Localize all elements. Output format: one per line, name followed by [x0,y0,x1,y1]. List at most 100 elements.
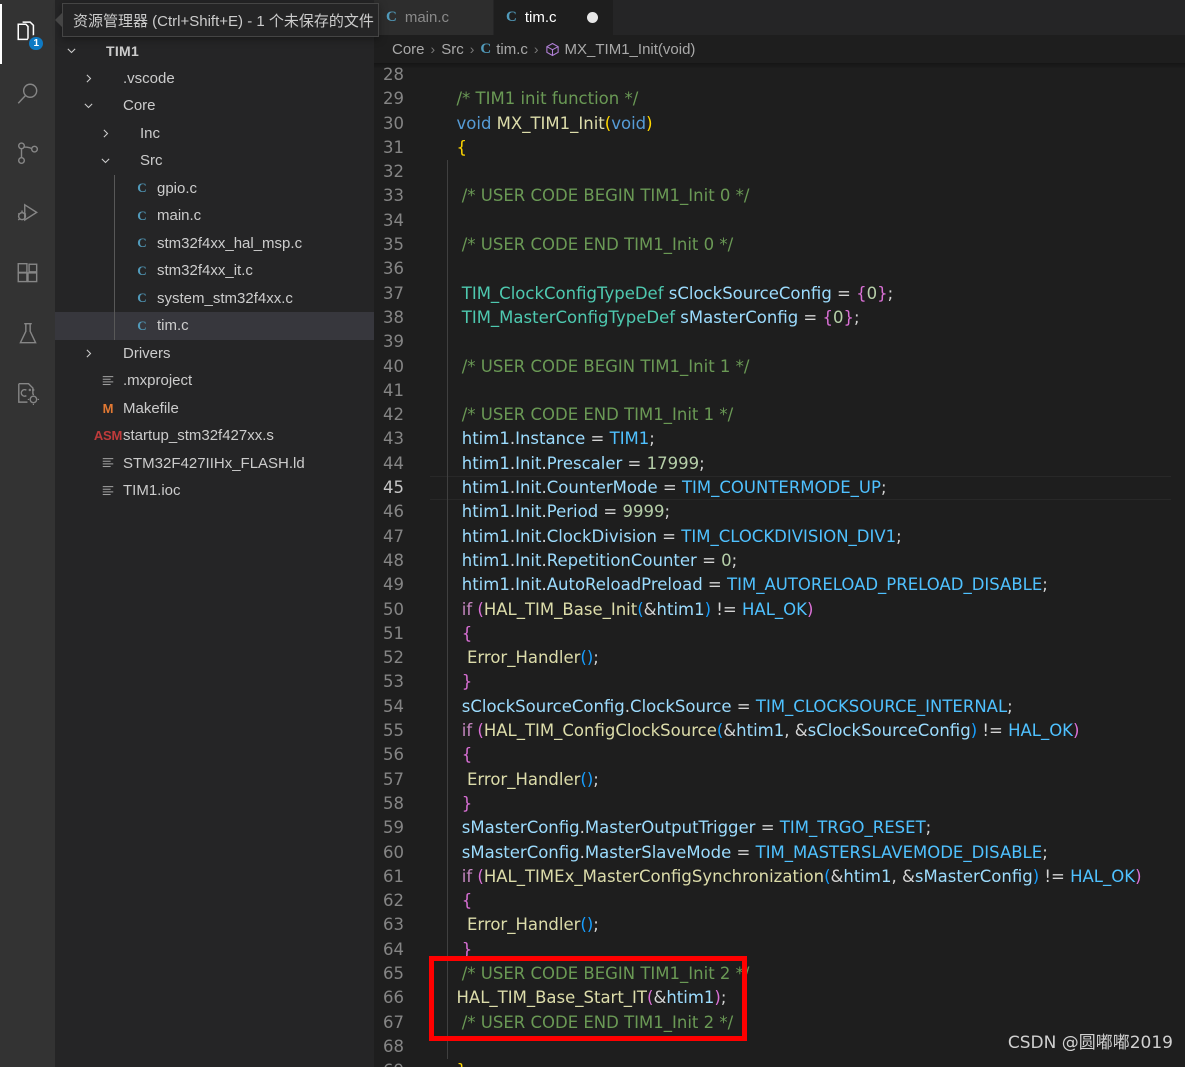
tree-item-startup-stm32f427xx-s[interactable]: ASM startup_stm32f427xx.s [55,422,374,450]
code-line[interactable]: 33 /* USER CODE BEGIN TIM1_Init 0 */ [374,184,1185,208]
extensions-icon [15,261,41,287]
text-file-icon [97,374,119,388]
code-line[interactable]: 38 TIM_MasterConfigTypeDef sMasterConfig… [374,306,1185,330]
breadcrumb-item-tim-c[interactable]: Ctim.c [480,41,528,58]
tree-item-main-c[interactable]: Cmain.c [55,202,374,230]
editor-scrollbar[interactable] [1171,63,1185,1067]
code-line-text: htim1.Init.Period = 9999; [461,502,671,522]
activity-bar-item-search[interactable] [0,64,55,124]
code-line[interactable]: 56 { [374,743,1185,767]
chevron-down-icon[interactable] [80,99,97,112]
line-number: 48 [383,550,404,570]
code-line[interactable]: 61 if (HAL_TIMEx_MasterConfigSynchroniza… [374,865,1185,889]
chevron-right-icon[interactable] [97,127,114,140]
tree-item-gpio-c[interactable]: Cgpio.c [55,175,374,203]
code-line[interactable]: 39 [374,330,1185,354]
line-number: 38 [383,307,404,327]
chevron-right-icon[interactable] [80,72,97,85]
code-line[interactable]: 66 HAL_TIM_Base_Start_IT(&htim1); [374,986,1185,1010]
tree-item-drivers[interactable]: Drivers [55,340,374,368]
tree-item-core[interactable]: Core [55,92,374,120]
code-line[interactable]: 53 } [374,670,1185,694]
code-line[interactable]: 40 /* USER CODE BEGIN TIM1_Init 1 */ [374,355,1185,379]
breadcrumb-item-core[interactable]: Core [392,41,425,58]
activity-bar-item-source-control[interactable] [0,124,55,184]
code-line[interactable]: 64 } [374,938,1185,962]
code-line[interactable]: 34 [374,209,1185,233]
code-line[interactable]: 62 { [374,889,1185,913]
tree-item-makefile[interactable]: M Makefile [55,395,374,423]
code-line[interactable]: 52 Error_Handler(); [374,646,1185,670]
code-lines[interactable]: 28 29 /* TIM1 init function */30 void MX_… [374,63,1185,1067]
code-line[interactable]: 57 Error_Handler(); [374,768,1185,792]
code-line[interactable]: 36 [374,257,1185,281]
code-line[interactable]: 49 htim1.Init.AutoReloadPreload = TIM_AU… [374,573,1185,597]
tree-item-tim1[interactable]: TIM1 [55,37,374,65]
code-line[interactable]: 48 htim1.Init.RepetitionCounter = 0; [374,549,1185,573]
code-line[interactable]: 54 sClockSourceConfig.ClockSource = TIM_… [374,695,1185,719]
code-line[interactable]: 31 { [374,136,1185,160]
activity-bar-item-cpp-config[interactable] [0,364,55,424]
code-line[interactable]: 55 if (HAL_TIM_ConfigClockSource(&htim1,… [374,719,1185,743]
activity-bar-item-extensions[interactable] [0,244,55,304]
tree-item-system-stm32f4xx-c[interactable]: Csystem_stm32f4xx.c [55,285,374,313]
code-line[interactable]: 35 /* USER CODE END TIM1_Init 0 */ [374,233,1185,257]
chevron-down-icon[interactable] [97,154,114,167]
activity-bar-item-testing[interactable] [0,304,55,364]
tab-tim-c[interactable]: C tim.c [494,0,614,35]
unsaved-indicator-icon[interactable] [586,12,598,23]
code-line-text: htim1.Init.Prescaler = 17999; [461,453,705,473]
code-line[interactable]: 43 htim1.Instance = TIM1; [374,427,1185,451]
code-line[interactable]: 65 /* USER CODE BEGIN TIM1_Init 2 */ [374,962,1185,986]
code-line[interactable]: 29 /* TIM1 init function */ [374,87,1185,111]
tree-item-tim-c[interactable]: Ctim.c [55,312,374,340]
tree-item-stm32f427iihx-flash-ld[interactable]: STM32F427IIHx_FLASH.ld [55,450,374,478]
line-number: 57 [383,769,404,789]
tree-item--vscode[interactable]: .vscode [55,65,374,93]
code-line[interactable]: 47 htim1.Init.ClockDivision = TIM_CLOCKD… [374,525,1185,549]
tree-item-inc[interactable]: Inc [55,120,374,148]
tree-item-stm32f4xx-it-c[interactable]: Cstm32f4xx_it.c [55,257,374,285]
breadcrumb-item-mx-tim1-init-void-[interactable]: MX_TIM1_Init(void) [545,41,695,58]
tree-item-label: Core [123,97,156,115]
tree-item-label: STM32F427IIHx_FLASH.ld [123,454,305,472]
code-line[interactable]: 42 /* USER CODE END TIM1_Init 1 */ [374,403,1185,427]
activity-bar-item-run-and-debug[interactable] [0,184,55,244]
tree-item-label: Drivers [123,344,171,362]
code-line-text: if (HAL_TIM_ConfigClockSource(&htim1, &s… [461,721,1080,741]
code-line[interactable]: 32 [374,160,1185,184]
tree-item--mxproject[interactable]: .mxproject [55,367,374,395]
code-line[interactable]: 28 [374,63,1185,87]
tree-item-label: TIM1.ioc [123,482,181,500]
code-line[interactable]: 50 if (HAL_TIM_Base_Init(&htim1) != HAL_… [374,598,1185,622]
code-line[interactable]: 44 htim1.Init.Prescaler = 17999; [374,452,1185,476]
code-line[interactable]: 37 TIM_ClockConfigTypeDef sClockSourceCo… [374,282,1185,306]
tree-item-label: startup_stm32f427xx.s [123,427,274,445]
tree-item-tim1-ioc[interactable]: TIM1.ioc [55,477,374,505]
tab-main-c[interactable]: C main.c [374,0,494,35]
file-tree[interactable]: TIM1 .vscode Core Inc Src Cgpio.c Cmain.c Cstm3… [55,35,374,505]
code-line[interactable]: 58 } [374,792,1185,816]
code-line[interactable]: 46 htim1.Init.Period = 9999; [374,500,1185,524]
code-line[interactable]: 41 [374,379,1185,403]
code-line-text: /* USER CODE END TIM1_Init 1 */ [461,405,734,425]
code-line-text: } [461,939,473,959]
sidebar-explorer: 资源管理器 TIM1.vscodeCoreIncSrcCgpio.cCmain.… [55,0,374,1067]
tree-item-stm32f4xx-hal-msp-c[interactable]: Cstm32f4xx_hal_msp.c [55,230,374,258]
code-line[interactable]: 63 Error_Handler(); [374,913,1185,937]
tree-item-src[interactable]: Src [55,147,374,175]
code-line[interactable]: 59 sMasterConfig.MasterOutputTrigger = T… [374,816,1185,840]
breadcrumb[interactable]: Core › Src › Ctim.c › MX_TIM1_Init(void) [374,35,1185,63]
activity-bar-item-explorer[interactable]: 1 [0,4,55,64]
code-editor[interactable]: 28 29 /* TIM1 init function */30 void MX_… [374,63,1185,1067]
tree-item-label: stm32f4xx_it.c [157,262,253,280]
code-line[interactable]: 45 htim1.Init.CounterMode = TIM_COUNTERM… [374,476,1185,501]
code-line[interactable]: 69 } [374,1059,1185,1067]
code-line[interactable]: 30 void MX_TIM1_Init(void) [374,112,1185,136]
breadcrumb-item-src[interactable]: Src [441,41,464,58]
code-line[interactable]: 51 { [374,622,1185,646]
chevron-right-icon[interactable] [80,347,97,360]
code-line[interactable]: 60 sMasterConfig.MasterSlaveMode = TIM_M… [374,841,1185,865]
chevron-down-icon[interactable] [63,44,80,57]
